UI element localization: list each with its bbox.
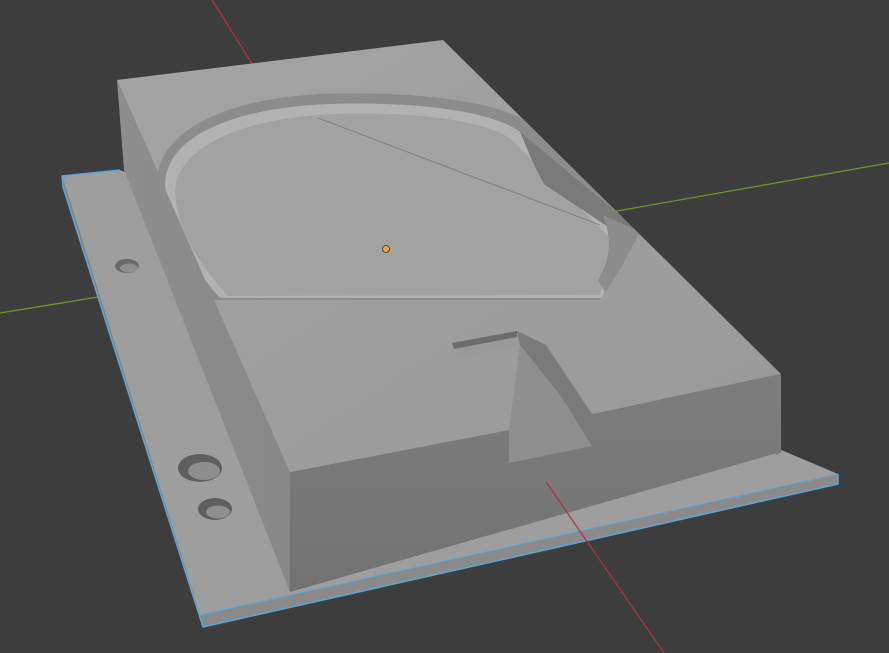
3d-viewport[interactable] [0, 0, 889, 653]
mounting-hole-small [115, 259, 139, 273]
recess-floor [175, 113, 615, 296]
origin-point-icon[interactable] [382, 245, 390, 253]
y-axis-line-right [599, 162, 889, 215]
mounting-hole-large [178, 454, 222, 482]
mounting-hole-medium [198, 498, 232, 520]
viewport-canvas[interactable] [0, 0, 889, 653]
